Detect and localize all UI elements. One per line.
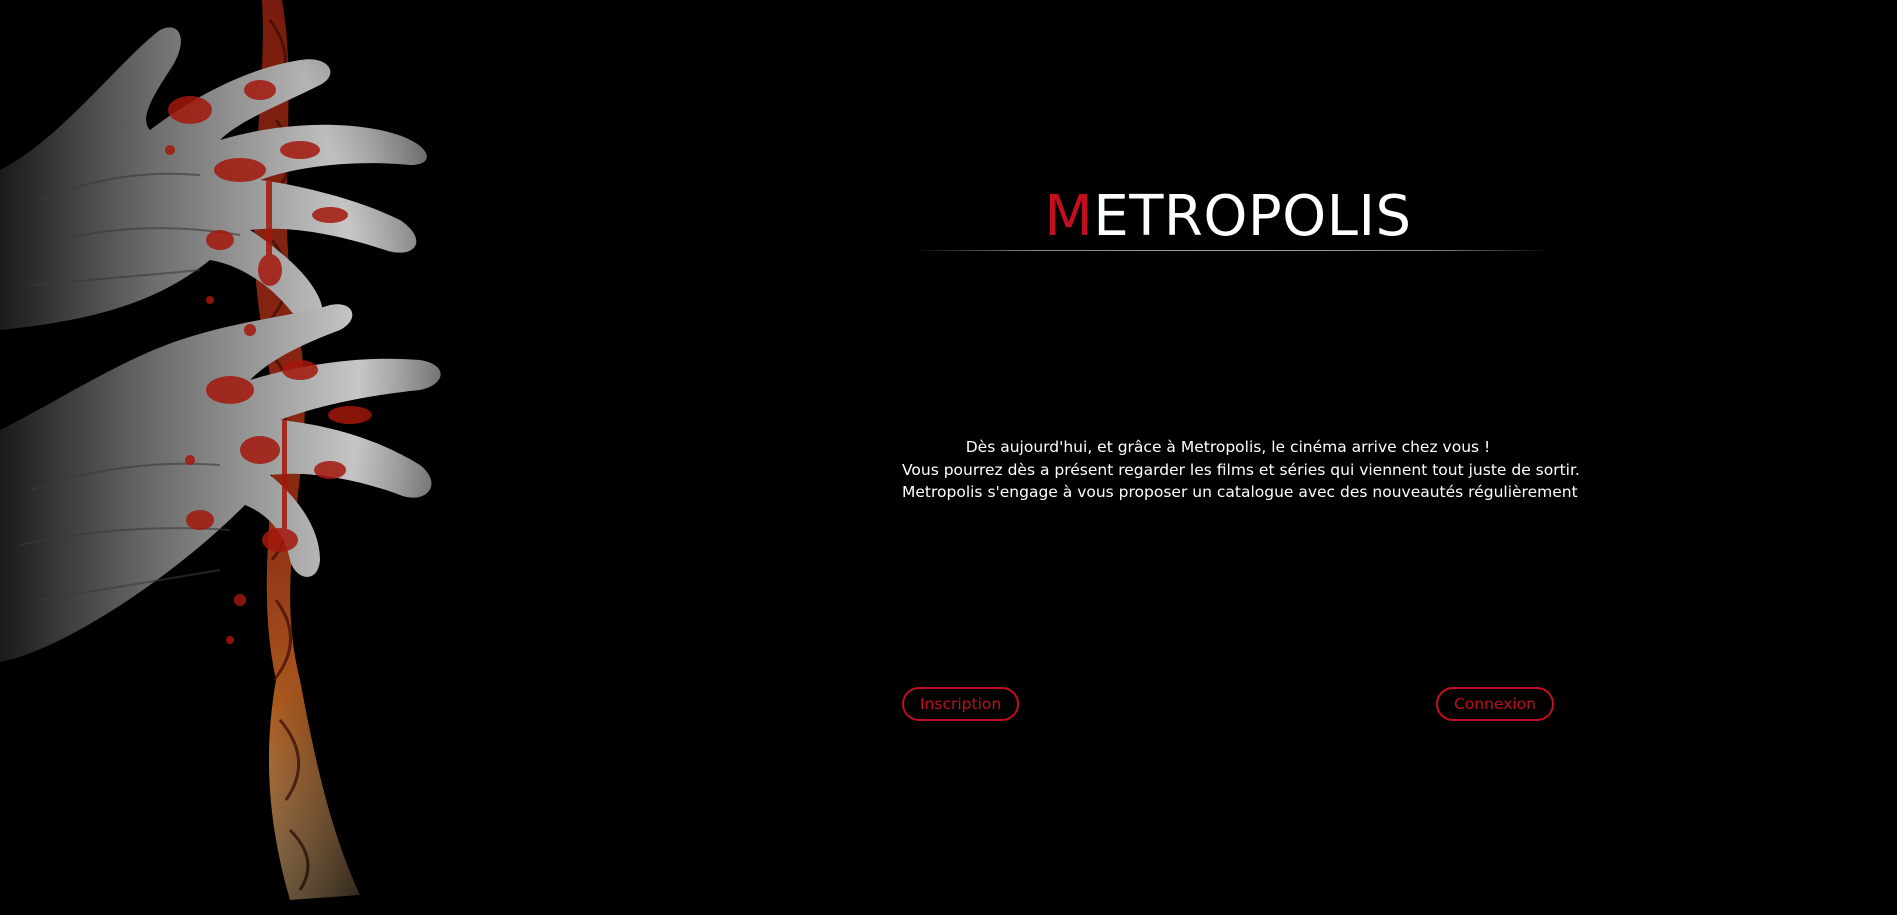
brand-title: METROPOLIS [902, 184, 1554, 250]
bloody-hands-rope-illustration [0, 0, 460, 915]
intro-line: Vous pourrez dès a présent regarder les … [902, 460, 1580, 479]
intro-line: Dès aujourd'hui, et grâce à Metropolis, … [965, 438, 1491, 456]
signup-button[interactable]: Inscription [902, 687, 1020, 721]
intro-text: Dès aujourd'hui, et grâce à Metropolis, … [902, 436, 1580, 504]
intro-line: Metropolis s'engage à vous proposer un c… [902, 483, 1578, 501]
login-button[interactable]: Connexion [1435, 687, 1554, 721]
brand-name-rest: ETROPOLIS [1093, 184, 1412, 249]
hero-artwork [0, 0, 460, 915]
brand-initial: M [1044, 184, 1094, 249]
welcome-panel: METROPOLIS Dès aujourd'hui, et grâce à M… [902, 0, 1580, 915]
title-divider [910, 250, 1554, 251]
